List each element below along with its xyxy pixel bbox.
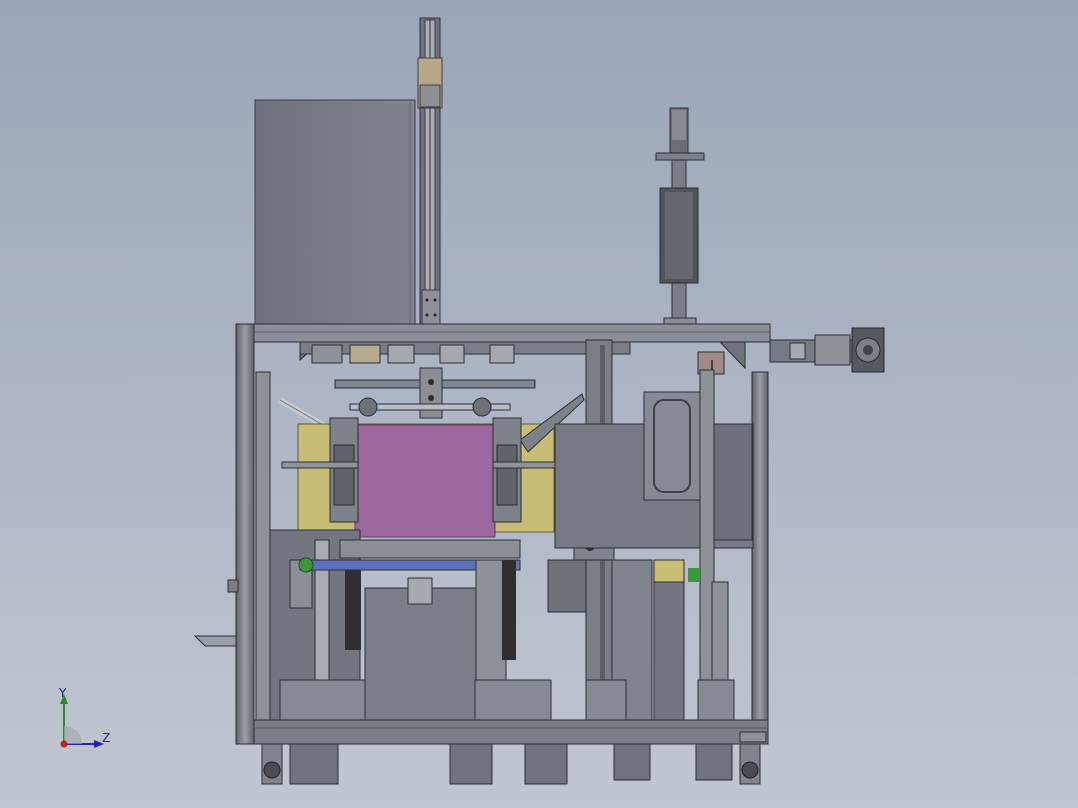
cad-viewport[interactable]: Y Z <box>0 0 1078 808</box>
right-upright <box>751 371 769 723</box>
triad-y-label: Y <box>59 686 67 700</box>
machine-feet <box>261 743 761 785</box>
vertical-lift-column <box>417 17 443 329</box>
left-upright <box>193 323 271 745</box>
gantry-crossbar <box>278 341 631 431</box>
control-cabinet <box>254 99 416 326</box>
side-gear-motor <box>769 327 885 373</box>
orientation-triad[interactable] <box>60 694 104 748</box>
machine-assembly-drawing <box>60 17 885 785</box>
triad-origin-dot <box>60 740 68 748</box>
top-motor-assembly <box>655 107 705 328</box>
base-frame <box>253 719 769 745</box>
triad-z-label: Z <box>102 731 111 745</box>
product-box-magenta <box>354 424 496 538</box>
